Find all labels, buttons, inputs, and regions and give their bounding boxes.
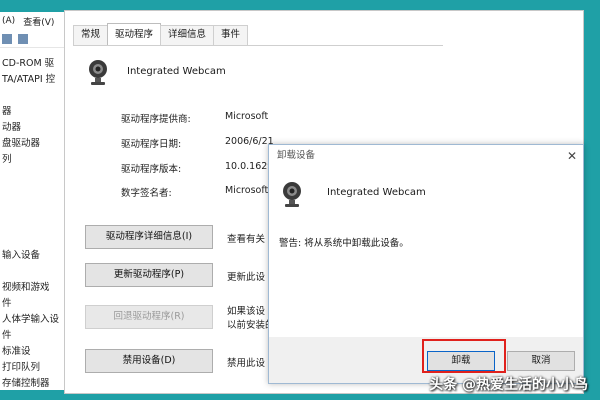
device-tree: CD-ROM 驱 TA/ATAPI 控 器 动器 盘驱动器 列 输入设备 视频和…: [0, 48, 69, 390]
update-driver-desc: 更新此设: [227, 272, 266, 283]
tree-item[interactable]: 盘驱动器: [0, 136, 69, 152]
tree-item[interactable]: [0, 200, 69, 216]
tree-item[interactable]: 器: [0, 104, 69, 120]
rollback-driver-desc: 如果该设: [227, 306, 266, 317]
tree-item[interactable]: 列: [0, 152, 69, 168]
tree-item[interactable]: [0, 216, 69, 232]
dialog-warning: 警告: 将从系统中卸载此设备。: [279, 238, 409, 249]
watermark: 头条 @热爱生活的小小鸟: [429, 377, 588, 393]
device-manager-window: (A) 查看(V) CD-ROM 驱 TA/ATAPI 控 器 动器 盘驱动器 …: [0, 12, 70, 390]
tab-driver[interactable]: 驱动程序: [107, 23, 162, 45]
tree-item[interactable]: [0, 88, 69, 104]
info-label: 驱动程序日期:: [121, 139, 182, 150]
uninstall-highlight-box: [422, 339, 506, 373]
menu-view[interactable]: 查看(V): [23, 15, 54, 28]
device-name: Integrated Webcam: [127, 66, 226, 77]
tree-item[interactable]: 人体学输入设: [0, 312, 69, 328]
webcam-icon: [283, 182, 301, 207]
toolbar-icon[interactable]: [2, 33, 12, 44]
info-version: 驱动程序版本: 10.0.16299: [121, 161, 279, 175]
driver-details-button[interactable]: 驱动程序详细信息(I): [85, 225, 213, 249]
info-provider: 驱动程序提供商: Microsoft: [121, 111, 268, 125]
tree-item[interactable]: 存储控制器: [0, 376, 69, 390]
info-label: 驱动程序提供商:: [121, 114, 191, 125]
close-icon[interactable]: ✕: [567, 145, 577, 167]
cancel-button[interactable]: 取消: [507, 351, 575, 371]
tab-general[interactable]: 常规: [73, 25, 109, 45]
tree-item[interactable]: 标准设: [0, 344, 69, 360]
update-driver-button[interactable]: 更新驱动程序(P): [85, 263, 213, 287]
dialog-device-name: Integrated Webcam: [327, 187, 426, 198]
info-label: 数字签名者:: [121, 188, 172, 199]
tree-item[interactable]: TA/ATAPI 控: [0, 72, 69, 88]
tab-bar: 常规 驱动程序 详细信息 事件: [73, 23, 249, 45]
driver-details-desc: 查看有关: [227, 234, 266, 245]
disable-device-button[interactable]: 禁用设备(D): [85, 349, 213, 373]
tab-details[interactable]: 详细信息: [160, 25, 215, 45]
menu-action[interactable]: (A): [2, 16, 15, 26]
tree-item[interactable]: 件: [0, 296, 69, 312]
tree-item[interactable]: 件: [0, 328, 69, 344]
tab-divider: [73, 45, 443, 46]
tab-events[interactable]: 事件: [213, 25, 249, 45]
info-value: Microsoft: [225, 111, 269, 122]
tree-item[interactable]: CD-ROM 驱: [0, 56, 69, 72]
tree-item[interactable]: [0, 264, 69, 280]
tree-item[interactable]: [0, 184, 69, 200]
info-value: Microsoft: [225, 185, 269, 196]
tree-item[interactable]: 动器: [0, 120, 69, 136]
tree-item[interactable]: [0, 232, 69, 248]
webcam-icon: [89, 60, 107, 85]
tree-item[interactable]: 打印队列: [0, 360, 69, 376]
dialog-titlebar: 卸载设备 ✕: [269, 145, 583, 167]
rollback-driver-button[interactable]: 回退驱动程序(R): [85, 305, 213, 329]
info-date: 驱动程序日期: 2006/6/21: [121, 136, 274, 150]
info-signer: 数字签名者: Microsoft: [121, 185, 268, 199]
dialog-title: 卸载设备: [277, 150, 316, 161]
menu-bar: (A) 查看(V): [0, 12, 69, 30]
disable-device-desc: 禁用此设: [227, 358, 266, 369]
toolbar: [0, 30, 69, 48]
tree-item[interactable]: 视频和游戏: [0, 280, 69, 296]
tree-item[interactable]: [0, 168, 69, 184]
info-value: 2006/6/21: [225, 136, 274, 147]
toolbar-icon[interactable]: [18, 33, 28, 44]
tree-item[interactable]: 输入设备: [0, 248, 69, 264]
info-label: 驱动程序版本:: [121, 164, 182, 175]
